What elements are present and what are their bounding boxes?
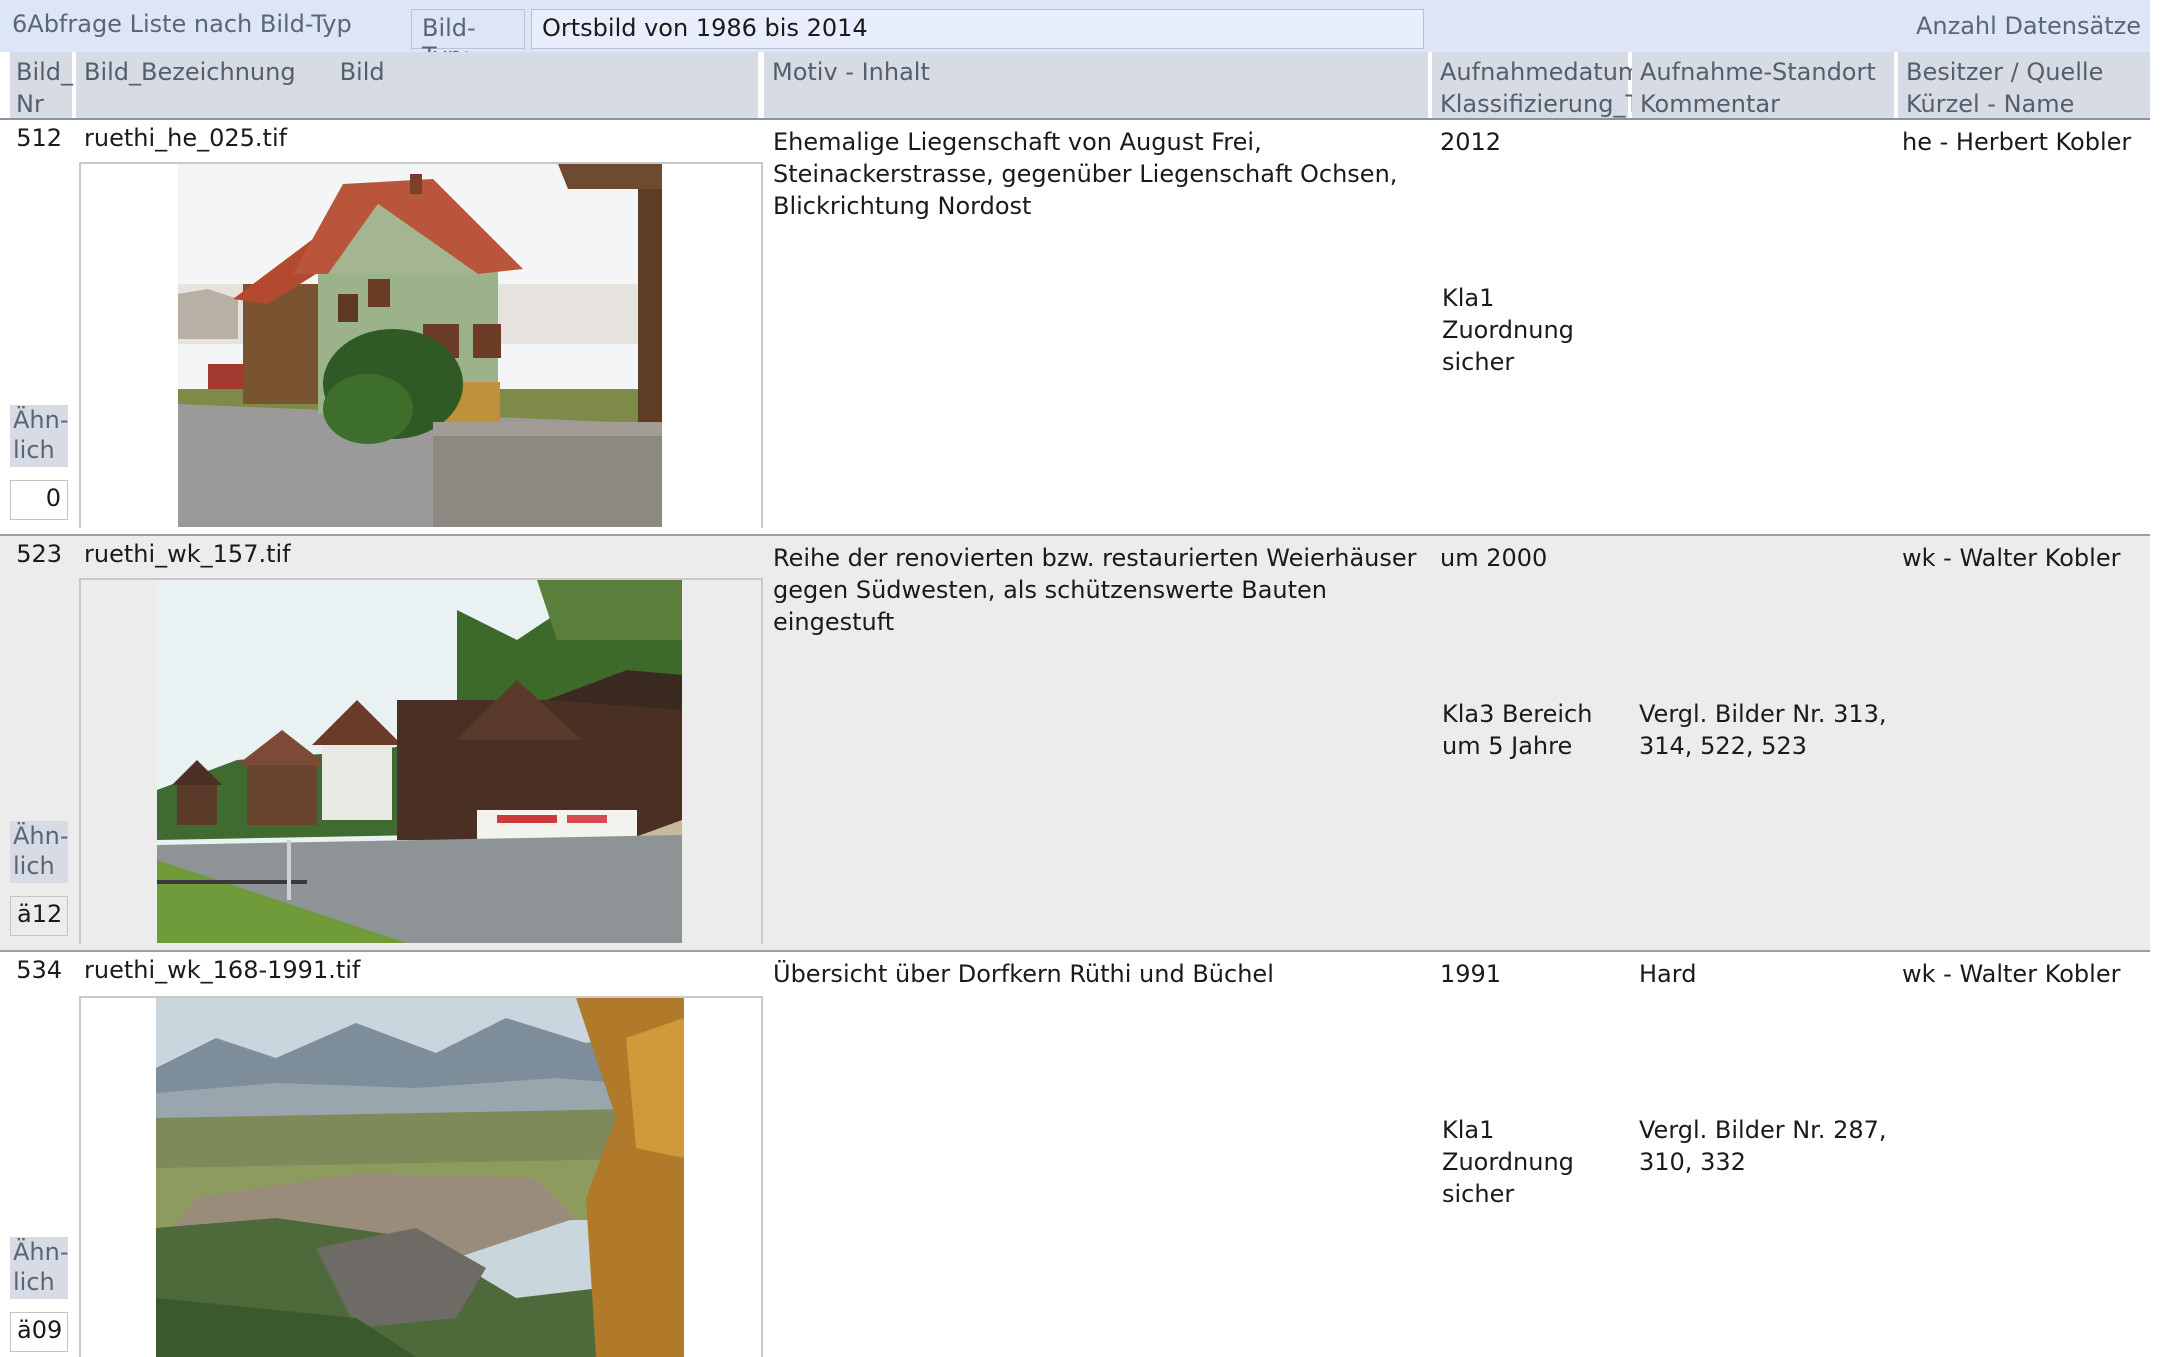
record-besitzer: he - Herbert Kobler bbox=[1902, 128, 2132, 156]
header-datum: Aufnahmedatum Klassifizierung_T bbox=[1432, 52, 1641, 118]
record-klassifizierung: Kla3 Bereich um 5 Jahre bbox=[1442, 700, 1593, 760]
header-bild-nr: Bild_ Nr bbox=[10, 52, 73, 118]
header-besitzer: Besitzer / Quelle Kürzel - Name bbox=[1898, 52, 2150, 118]
record-standort: Hard bbox=[1639, 960, 1697, 988]
record-filename: ruethi_wk_168-1991.tif bbox=[84, 956, 361, 984]
record-filename: ruethi_wk_157.tif bbox=[84, 540, 291, 568]
record-nr: 534 bbox=[16, 956, 62, 984]
record-motiv: Übersicht über Dorfkern Rüthi und Büchel bbox=[773, 960, 1274, 988]
bild-typ-field[interactable]: Ortsbild von 1986 bis 2014 bbox=[531, 9, 1424, 49]
aehnlich-field[interactable]: ä09 bbox=[10, 1312, 68, 1352]
record-datum: 2012 bbox=[1440, 128, 1502, 156]
bild-typ-label: Bild-Typ: bbox=[411, 9, 525, 70]
record-datum: um 2000 bbox=[1440, 544, 1548, 572]
valley-panorama-photo[interactable] bbox=[156, 998, 684, 1357]
header-motiv: Motiv - Inhalt bbox=[764, 52, 1428, 118]
green-farmhouse-photo[interactable] bbox=[178, 164, 662, 527]
record-besitzer: wk - Walter Kobler bbox=[1902, 544, 2121, 572]
record-nr: 512 bbox=[16, 124, 62, 152]
aehnlich-label: Ähn- lich bbox=[10, 821, 69, 883]
header-bezeichnung-bild: Bild_Bezeichnung Bild bbox=[76, 52, 758, 118]
record-count-label: Anzahl Datensätze bbox=[1916, 12, 2141, 40]
report-title: 6Abfrage Liste nach Bild-Typ bbox=[12, 10, 352, 38]
record-motiv: Reihe der renovierten bzw. restaurierten… bbox=[773, 544, 1417, 636]
record-datum: 1991 bbox=[1440, 960, 1502, 988]
aehnlich-field[interactable]: ä12 bbox=[10, 896, 68, 936]
aehnlich-label: Ähn- lich bbox=[10, 1237, 69, 1299]
record-kommentar: Vergl. Bilder Nr. 287, 310, 332 bbox=[1639, 1116, 1887, 1176]
header-bild: Bild bbox=[339, 58, 385, 86]
aehnlich-field[interactable]: 0 bbox=[10, 480, 68, 520]
record-nr: 523 bbox=[16, 540, 62, 568]
record-besitzer: wk - Walter Kobler bbox=[1902, 960, 2121, 988]
row-of-houses-photo[interactable] bbox=[157, 580, 682, 943]
record-filename: ruethi_he_025.tif bbox=[84, 124, 288, 152]
header-bezeichnung: Bild_Bezeichnung bbox=[84, 58, 296, 86]
record-klassifizierung: Kla1 Zuordnung sicher bbox=[1442, 1116, 1574, 1208]
record-kommentar: Vergl. Bilder Nr. 313, 314, 522, 523 bbox=[1639, 700, 1887, 760]
record-motiv: Ehemalige Liegenschaft von August Frei, … bbox=[773, 128, 1398, 220]
record-klassifizierung: Kla1 Zuordnung sicher bbox=[1442, 284, 1574, 376]
header-standort: Aufnahme-Standort Kommentar bbox=[1632, 52, 1894, 118]
aehnlich-label: Ähn- lich bbox=[10, 405, 69, 467]
